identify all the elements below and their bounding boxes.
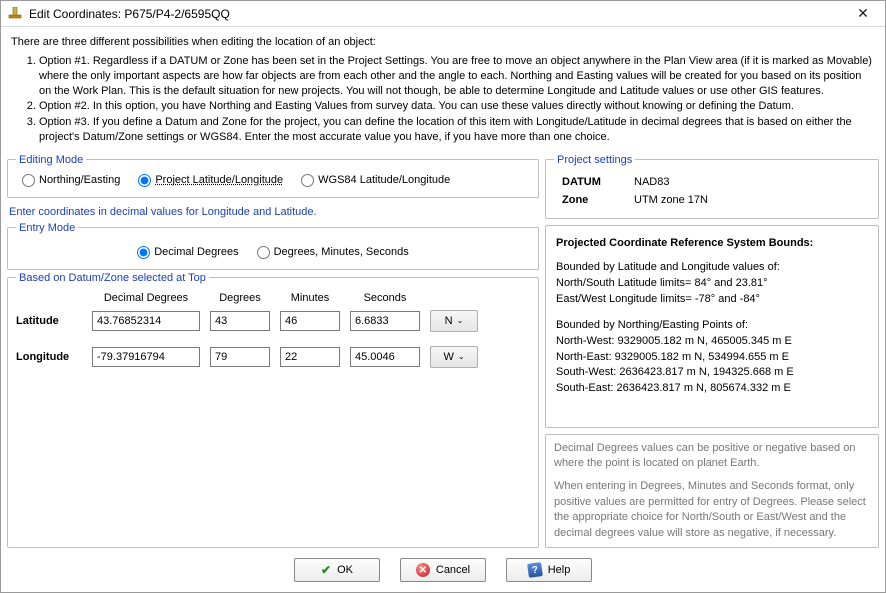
ok-button-label: OK bbox=[337, 564, 353, 576]
radio-decimal-degrees[interactable]: Decimal Degrees bbox=[137, 246, 238, 259]
radio-wgs84-latlon[interactable]: WGS84 Latitude/Longitude bbox=[301, 174, 450, 187]
datum-value: NAD83 bbox=[628, 174, 714, 190]
radio-decimal-degrees-label: Decimal Degrees bbox=[154, 246, 238, 258]
lon-degrees-input[interactable] bbox=[210, 347, 270, 367]
radio-project-latlon[interactable]: Project Latitude/Longitude bbox=[138, 174, 283, 187]
coordinate-entry-group: Based on Datum/Zone selected at Top Deci… bbox=[7, 272, 539, 548]
radio-northing-easting-label: Northing/Easting bbox=[39, 174, 120, 186]
radio-decimal-degrees-input[interactable] bbox=[137, 246, 150, 259]
lat-decimal-input[interactable] bbox=[92, 311, 200, 331]
coord-instruction: Enter coordinates in decimal values for … bbox=[9, 206, 537, 218]
bounds-line: North/South Latitude limits= 84° and 23.… bbox=[556, 276, 868, 292]
help-icon: ? bbox=[527, 562, 543, 578]
note-p1: Decimal Degrees values can be positive o… bbox=[554, 441, 870, 472]
intro-option-3: Option #3. If you define a Datum and Zon… bbox=[39, 115, 875, 145]
project-settings-legend: Project settings bbox=[554, 154, 635, 166]
note-p2: When entering in Degrees, Minutes and Se… bbox=[554, 479, 870, 541]
intro-option-2: Option #2. In this option, you have Nort… bbox=[39, 99, 875, 114]
lat-degrees-input[interactable] bbox=[210, 311, 270, 331]
radio-dms-label: Degrees, Minutes, Seconds bbox=[274, 246, 409, 258]
lat-hemisphere-dropdown[interactable]: N ⌄ bbox=[430, 310, 478, 332]
radio-northing-easting-input[interactable] bbox=[22, 174, 35, 187]
help-button-label: Help bbox=[548, 564, 571, 576]
col-degrees: Degrees bbox=[210, 292, 270, 304]
datum-label: DATUM bbox=[556, 174, 626, 190]
titlebar: Edit Coordinates: P675/P4-2/6595QQ ✕ bbox=[1, 1, 885, 27]
note-panel: Decimal Degrees values can be positive o… bbox=[545, 434, 879, 548]
bounds-line: Bounded by Latitude and Longitude values… bbox=[556, 260, 868, 276]
check-icon: ✔ bbox=[321, 563, 331, 577]
intro-option-1: Option #1. Regardless if a DATUM or Zone… bbox=[39, 54, 875, 99]
close-icon: ✕ bbox=[857, 5, 869, 22]
col-minutes: Minutes bbox=[280, 292, 340, 304]
bounds-line: South-West: 2636423.817 m N, 194325.668 … bbox=[556, 365, 868, 381]
lat-minutes-input[interactable] bbox=[280, 311, 340, 331]
bounds-line: East/West Longitude limits= -78° and -84… bbox=[556, 292, 868, 308]
editing-mode-group: Editing Mode Northing/Easting Project La… bbox=[7, 154, 539, 198]
left-column: Editing Mode Northing/Easting Project La… bbox=[7, 154, 539, 548]
radio-northing-easting[interactable]: Northing/Easting bbox=[22, 174, 120, 187]
cancel-button[interactable]: ✕ Cancel bbox=[400, 558, 486, 582]
col-decimal-degrees: Decimal Degrees bbox=[92, 292, 200, 304]
window-title: Edit Coordinates: P675/P4-2/6595QQ bbox=[29, 7, 845, 21]
lon-minutes-input[interactable] bbox=[280, 347, 340, 367]
intro-block: There are three different possibilities … bbox=[1, 27, 885, 150]
radio-dms-input[interactable] bbox=[257, 246, 270, 259]
app-icon bbox=[7, 6, 23, 22]
dialog-edit-coordinates: Edit Coordinates: P675/P4-2/6595QQ ✕ The… bbox=[0, 0, 886, 593]
radio-wgs84-latlon-label: WGS84 Latitude/Longitude bbox=[318, 174, 450, 186]
radio-dms[interactable]: Degrees, Minutes, Seconds bbox=[257, 246, 409, 259]
lat-seconds-input[interactable] bbox=[350, 311, 420, 331]
latitude-label: Latitude bbox=[16, 315, 82, 327]
bounds-line: North-East: 9329005.182 m N, 534994.655 … bbox=[556, 350, 868, 366]
radio-project-latlon-label: Project Latitude/Longitude bbox=[155, 174, 283, 186]
lon-hemisphere-value: W bbox=[443, 351, 453, 363]
right-column: Project settings DATUM NAD83 Zone UTM zo… bbox=[545, 154, 879, 548]
col-seconds: Seconds bbox=[350, 292, 420, 304]
entry-mode-group: Entry Mode Decimal Degrees Degrees, Minu… bbox=[7, 222, 539, 270]
intro-lead: There are three different possibilities … bbox=[11, 35, 875, 50]
chevron-down-icon: ⌄ bbox=[457, 316, 464, 325]
radio-project-latlon-input[interactable] bbox=[138, 174, 151, 187]
lon-hemisphere-dropdown[interactable]: W ⌄ bbox=[430, 346, 478, 368]
dialog-button-row: ✔ OK ✕ Cancel ? Help bbox=[1, 550, 885, 592]
editing-mode-legend: Editing Mode bbox=[16, 154, 86, 166]
lon-decimal-input[interactable] bbox=[92, 347, 200, 367]
help-button[interactable]: ? Help bbox=[506, 558, 592, 582]
chevron-down-icon: ⌄ bbox=[458, 352, 465, 361]
entry-mode-legend: Entry Mode bbox=[16, 222, 78, 234]
radio-wgs84-latlon-input[interactable] bbox=[301, 174, 314, 187]
zone-value: UTM zone 17N bbox=[628, 192, 714, 208]
zone-label: Zone bbox=[556, 192, 626, 208]
lat-hemisphere-value: N bbox=[445, 315, 453, 327]
bounds-line: North-West: 9329005.182 m N, 465005.345 … bbox=[556, 334, 868, 350]
cancel-button-label: Cancel bbox=[436, 564, 470, 576]
longitude-label: Longitude bbox=[16, 351, 82, 363]
bounds-line: South-East: 2636423.817 m N, 805674.332 … bbox=[556, 381, 868, 397]
cancel-icon: ✕ bbox=[416, 563, 430, 577]
project-settings-group: Project settings DATUM NAD83 Zone UTM zo… bbox=[545, 154, 879, 219]
bounds-line: Bounded by Northing/Easting Points of: bbox=[556, 318, 868, 334]
crs-bounds-panel: Projected Coordinate Reference System Bo… bbox=[545, 225, 879, 428]
main-columns: Editing Mode Northing/Easting Project La… bbox=[1, 150, 885, 550]
close-button[interactable]: ✕ bbox=[845, 1, 881, 26]
lon-seconds-input[interactable] bbox=[350, 347, 420, 367]
crs-bounds-title: Projected Coordinate Reference System Bo… bbox=[556, 236, 868, 252]
coordinate-entry-legend: Based on Datum/Zone selected at Top bbox=[16, 272, 209, 284]
ok-button[interactable]: ✔ OK bbox=[294, 558, 380, 582]
